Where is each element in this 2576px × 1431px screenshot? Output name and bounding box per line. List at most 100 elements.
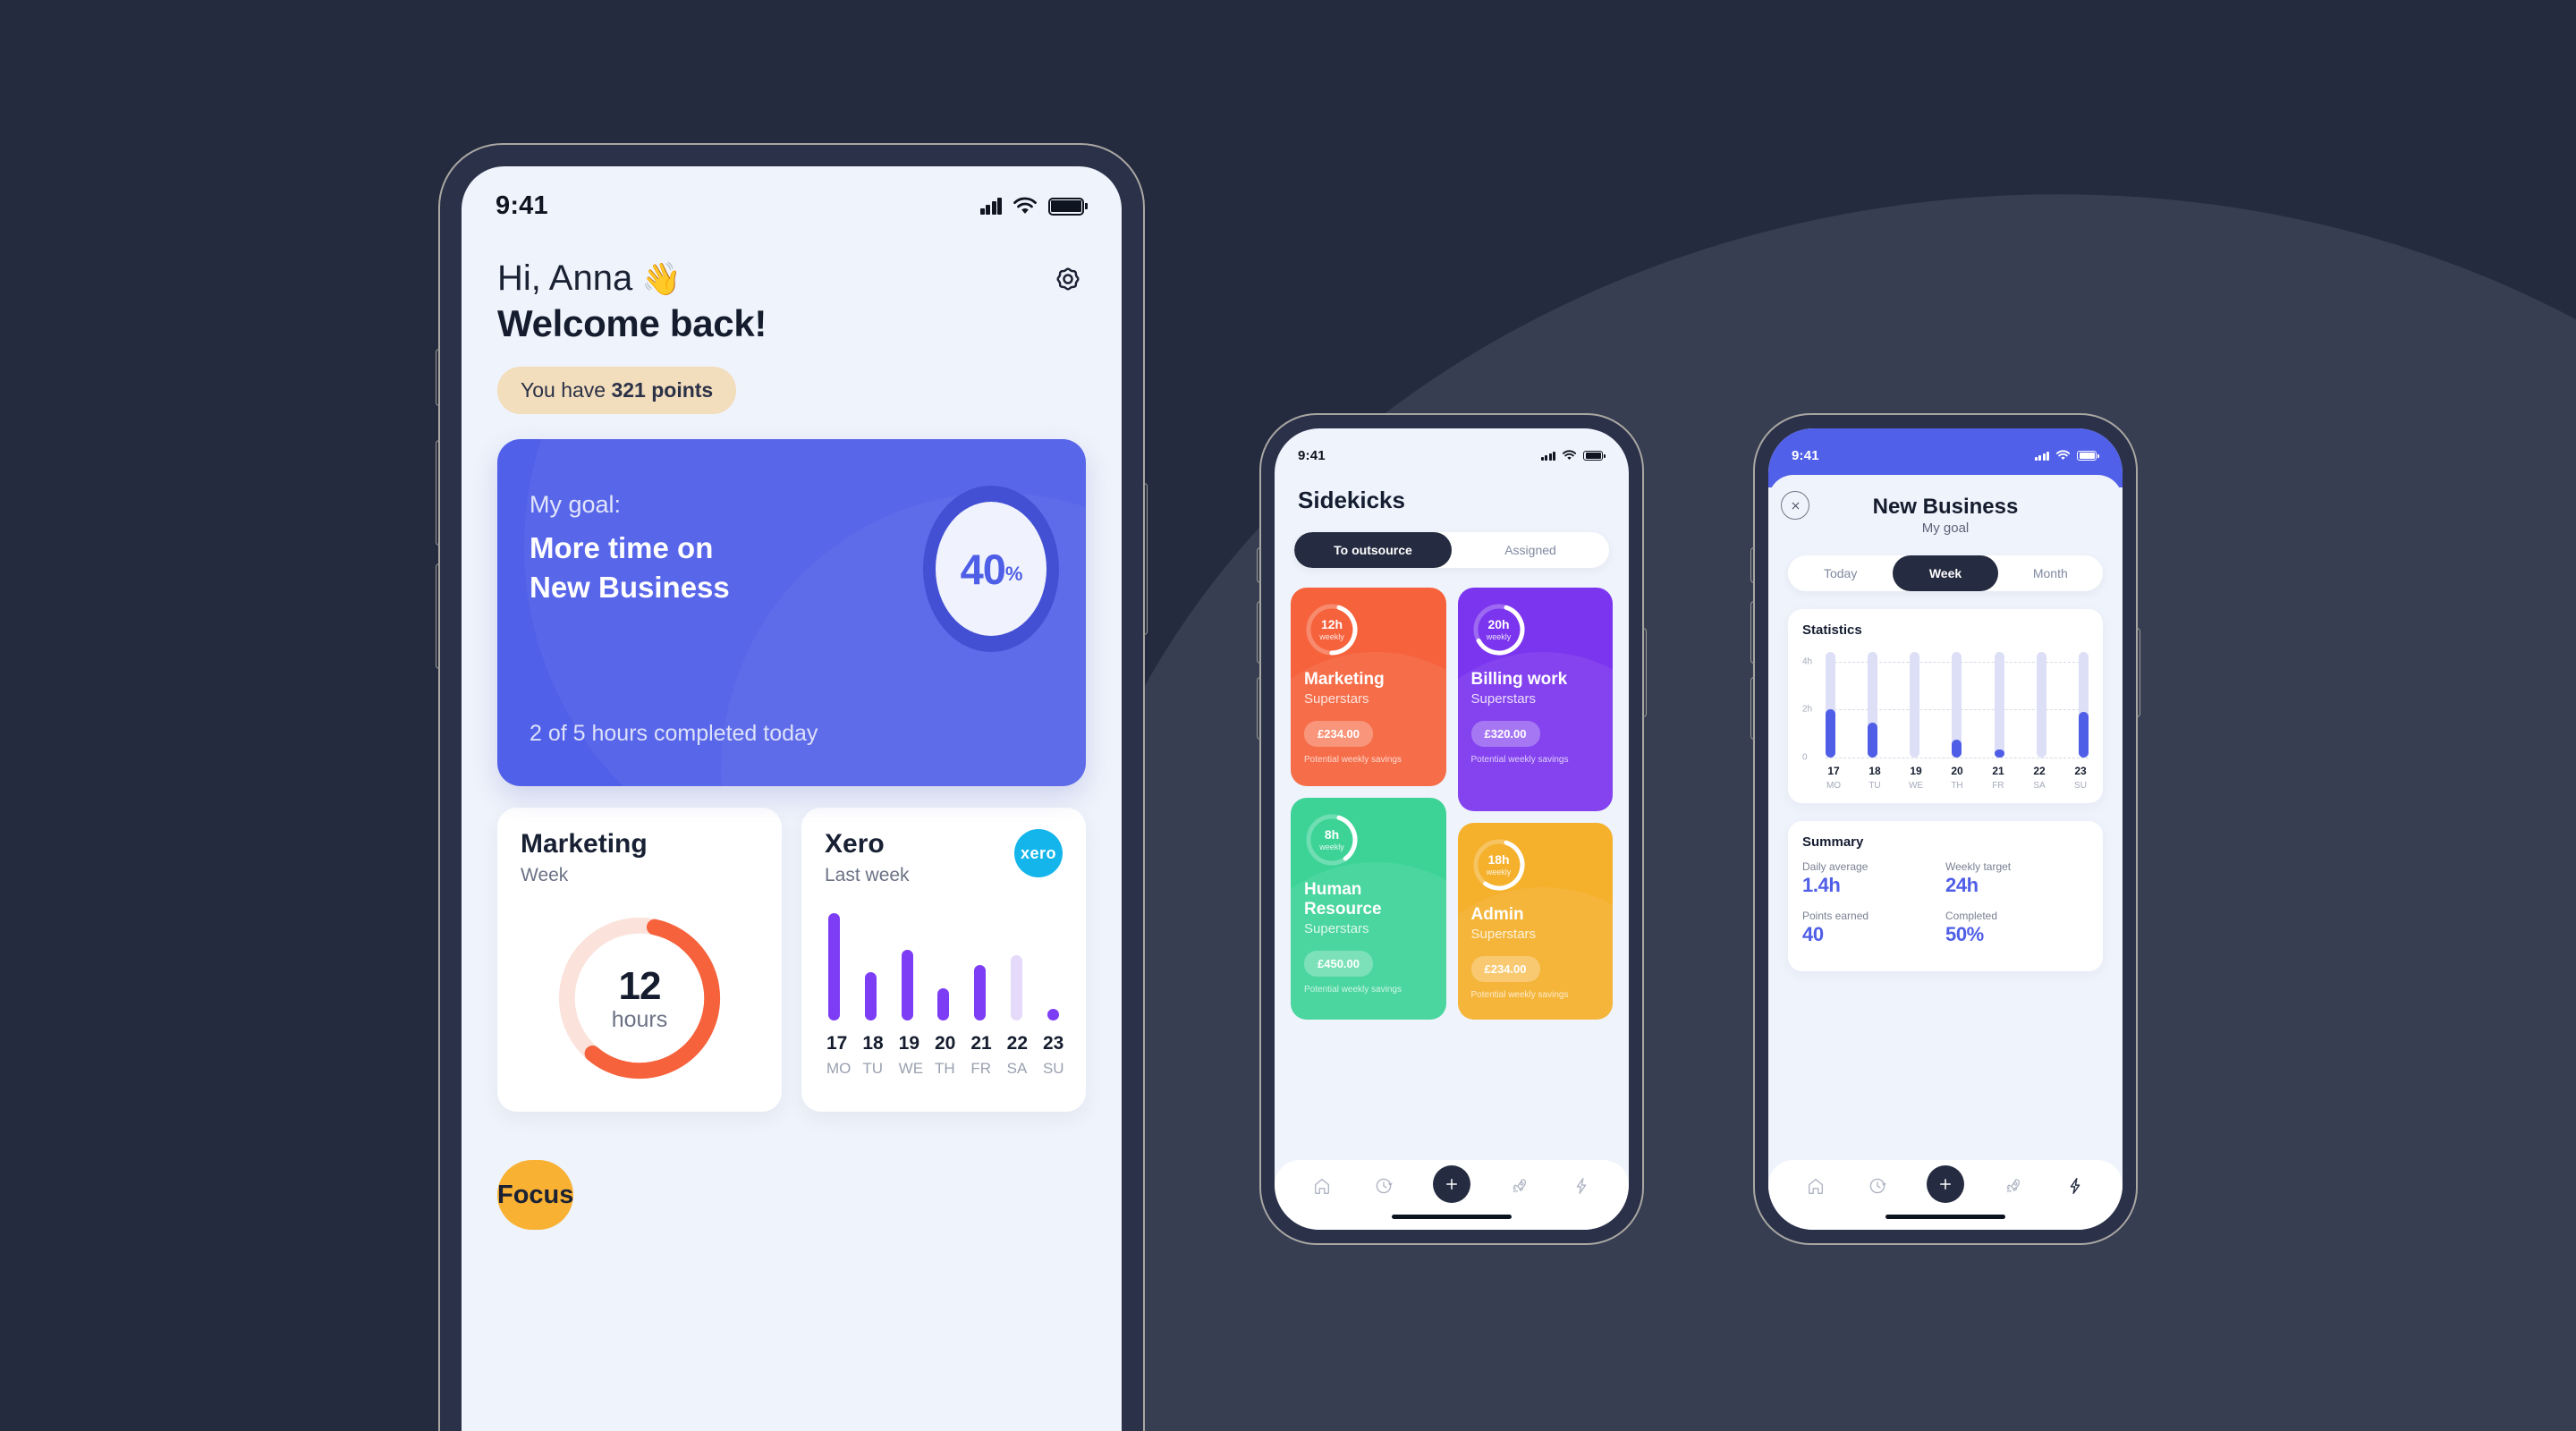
hours-ring-label: 8h weekly [1304, 812, 1360, 868]
sidekick-card[interactable]: 18h weekly Admin Superstars £234.00 Potential… [1457, 823, 1613, 1020]
savings-note: Potential weekly savings [1304, 754, 1402, 765]
tick-day: 20 [1951, 765, 1963, 777]
decor-circle-purple [114, 807, 179, 871]
tick-day: 23 [2074, 765, 2087, 777]
y-axis-label: 0 [1802, 752, 1808, 763]
bar-fill [1994, 749, 2004, 758]
side-button-power[interactable] [2136, 628, 2140, 717]
savings-amount: £234.00 [1470, 955, 1540, 982]
statistics-bar-chart: 4h 2h 0 [1802, 652, 2089, 763]
tab-to-outsource[interactable]: To outsource [1294, 532, 1452, 568]
nav-history-icon[interactable] [1864, 1173, 1891, 1199]
axis-tick: 21 FR [970, 1033, 991, 1078]
status-icons [2034, 450, 2099, 461]
savings-note: Potential weekly savings [1304, 984, 1402, 995]
nav-add-button[interactable] [1432, 1165, 1470, 1203]
side-button-vol-up[interactable] [436, 440, 440, 546]
hours-ring: 18h weekly [1471, 837, 1527, 893]
gear-icon[interactable] [1050, 264, 1086, 300]
hours-period: weekly [1319, 843, 1344, 851]
hours-value: 20h [1487, 617, 1510, 631]
nav-rocket-icon[interactable] [1506, 1173, 1533, 1199]
goal-detail-subtitle: My goal [1921, 521, 1970, 536]
tick-day: 19 [898, 1033, 920, 1054]
tick-weekday: TH [934, 1060, 955, 1077]
marketing-hours-donut: 12 hours [551, 910, 728, 1087]
hours-ring: 8h weekly [1304, 812, 1360, 868]
bar [937, 988, 950, 1020]
xero-card-subtitle: Last week [825, 865, 910, 885]
sidekicks-column-left: 12h weekly Marketing Superstars £234.00 Poten… [1291, 588, 1446, 1020]
wifi-icon [1563, 450, 1577, 461]
goal-sheet: New Business My goal Today Week Month St… [1768, 475, 2123, 1230]
plus-icon [1939, 1179, 1951, 1190]
side-button-mute[interactable] [1750, 547, 1755, 583]
side-button-mute[interactable] [436, 349, 440, 406]
goal-card[interactable]: My goal: More time on New Business 40% 2… [497, 439, 1086, 786]
decor-circle-orange [2174, 237, 2370, 434]
nav-bolt-icon[interactable] [2062, 1173, 2089, 1199]
xero-stat-card[interactable]: Xero Last week xero 17 MO 18 TU 19 WE 20 TH 21 FR… [801, 808, 1086, 1112]
axis-tick: 21 FR [1990, 765, 2006, 791]
side-button-power[interactable] [1143, 483, 1148, 635]
focus-button[interactable]: Focus [497, 1160, 574, 1230]
marketing-stat-card[interactable]: Marketing Week 12 hours [497, 808, 782, 1112]
goal-title-line2: New Business [530, 570, 730, 604]
status-bar: 9:41 [1792, 448, 2099, 463]
side-button-power[interactable] [1642, 628, 1647, 717]
sidekicks-screen-content: 9:41 Sidekicks To outsource Assigned 12h… [1275, 428, 1629, 1230]
sidekick-card[interactable]: 20h weekly Billing work Superstars £320.00 Po… [1457, 588, 1613, 811]
close-icon[interactable] [1781, 491, 1809, 520]
tick-weekday: TU [862, 1060, 883, 1077]
axis-tick: 20 TH [1949, 765, 1965, 791]
bar-fill [1868, 723, 1878, 758]
summary-grid: Daily average 1.4h Weekly target 24h Points … [1802, 860, 2089, 959]
nav-add-button[interactable] [1926, 1165, 1964, 1203]
battery-icon [1048, 197, 1088, 216]
waving-hand-icon: 👋 [641, 259, 682, 297]
cellular-bars-icon [2034, 451, 2050, 461]
sidekick-card[interactable]: 12h weekly Marketing Superstars £234.00 Poten… [1291, 588, 1446, 786]
tick-weekday: MO [1826, 781, 1842, 791]
greeting-name: Hi, Anna [497, 258, 633, 298]
tab-today[interactable]: Today [1788, 555, 1893, 591]
side-button-vol-down[interactable] [436, 563, 440, 669]
nav-bolt-icon[interactable] [1568, 1173, 1595, 1199]
welcome-heading: Welcome back! [497, 302, 767, 344]
points-prefix: You have [521, 378, 612, 402]
tab-week[interactable]: Week [1893, 555, 1998, 591]
bar [1046, 1009, 1059, 1020]
side-button-vol-down[interactable] [1257, 677, 1261, 740]
nav-rocket-icon[interactable] [2000, 1173, 2027, 1199]
nav-home-icon[interactable] [1802, 1173, 1829, 1199]
savings-amount: £450.00 [1304, 950, 1373, 977]
sidekick-name: Billing work [1470, 670, 1568, 689]
tick-day: 20 [934, 1033, 956, 1054]
side-button-vol-up[interactable] [1257, 601, 1261, 664]
summary-item: Weekly target 24h [1945, 860, 2089, 897]
hours-value: 12h [1320, 617, 1343, 631]
side-button-vol-up[interactable] [1750, 601, 1755, 664]
nav-home-icon[interactable] [1309, 1173, 1335, 1199]
side-button-mute[interactable] [1257, 547, 1261, 583]
sidekick-card[interactable]: 8h weekly Human Resource Superstars £450.00 P… [1291, 798, 1446, 1020]
marketing-card-subtitle: Week [521, 865, 569, 885]
decor-circle-green [2339, 434, 2437, 532]
goal-percent: 40% [961, 545, 1023, 594]
axis-tick: 23 SU [2072, 765, 2089, 791]
y-axis-label: 4h [1802, 656, 1813, 667]
tab-assigned[interactable]: Assigned [1452, 532, 1609, 568]
axis-tick: 19 WE [898, 1033, 923, 1078]
nav-history-icon[interactable] [1370, 1173, 1397, 1199]
goal-title: More time on New Business [530, 529, 730, 606]
axis-tick: 20 TH [934, 1033, 956, 1078]
home-indicator [1392, 1215, 1512, 1219]
summary-label: Weekly target [1945, 860, 2012, 873]
bar-track [2036, 652, 2046, 758]
tab-month[interactable]: Month [1998, 555, 2103, 591]
side-button-vol-down[interactable] [1750, 677, 1755, 740]
range-tabs: Today Week Month [1788, 555, 2103, 591]
axis-tick: 18 TU [862, 1033, 883, 1078]
stat-cards-row: Marketing Week 12 hours Xero Last week x… [497, 808, 1086, 1112]
tick-day: 23 [1042, 1033, 1064, 1054]
